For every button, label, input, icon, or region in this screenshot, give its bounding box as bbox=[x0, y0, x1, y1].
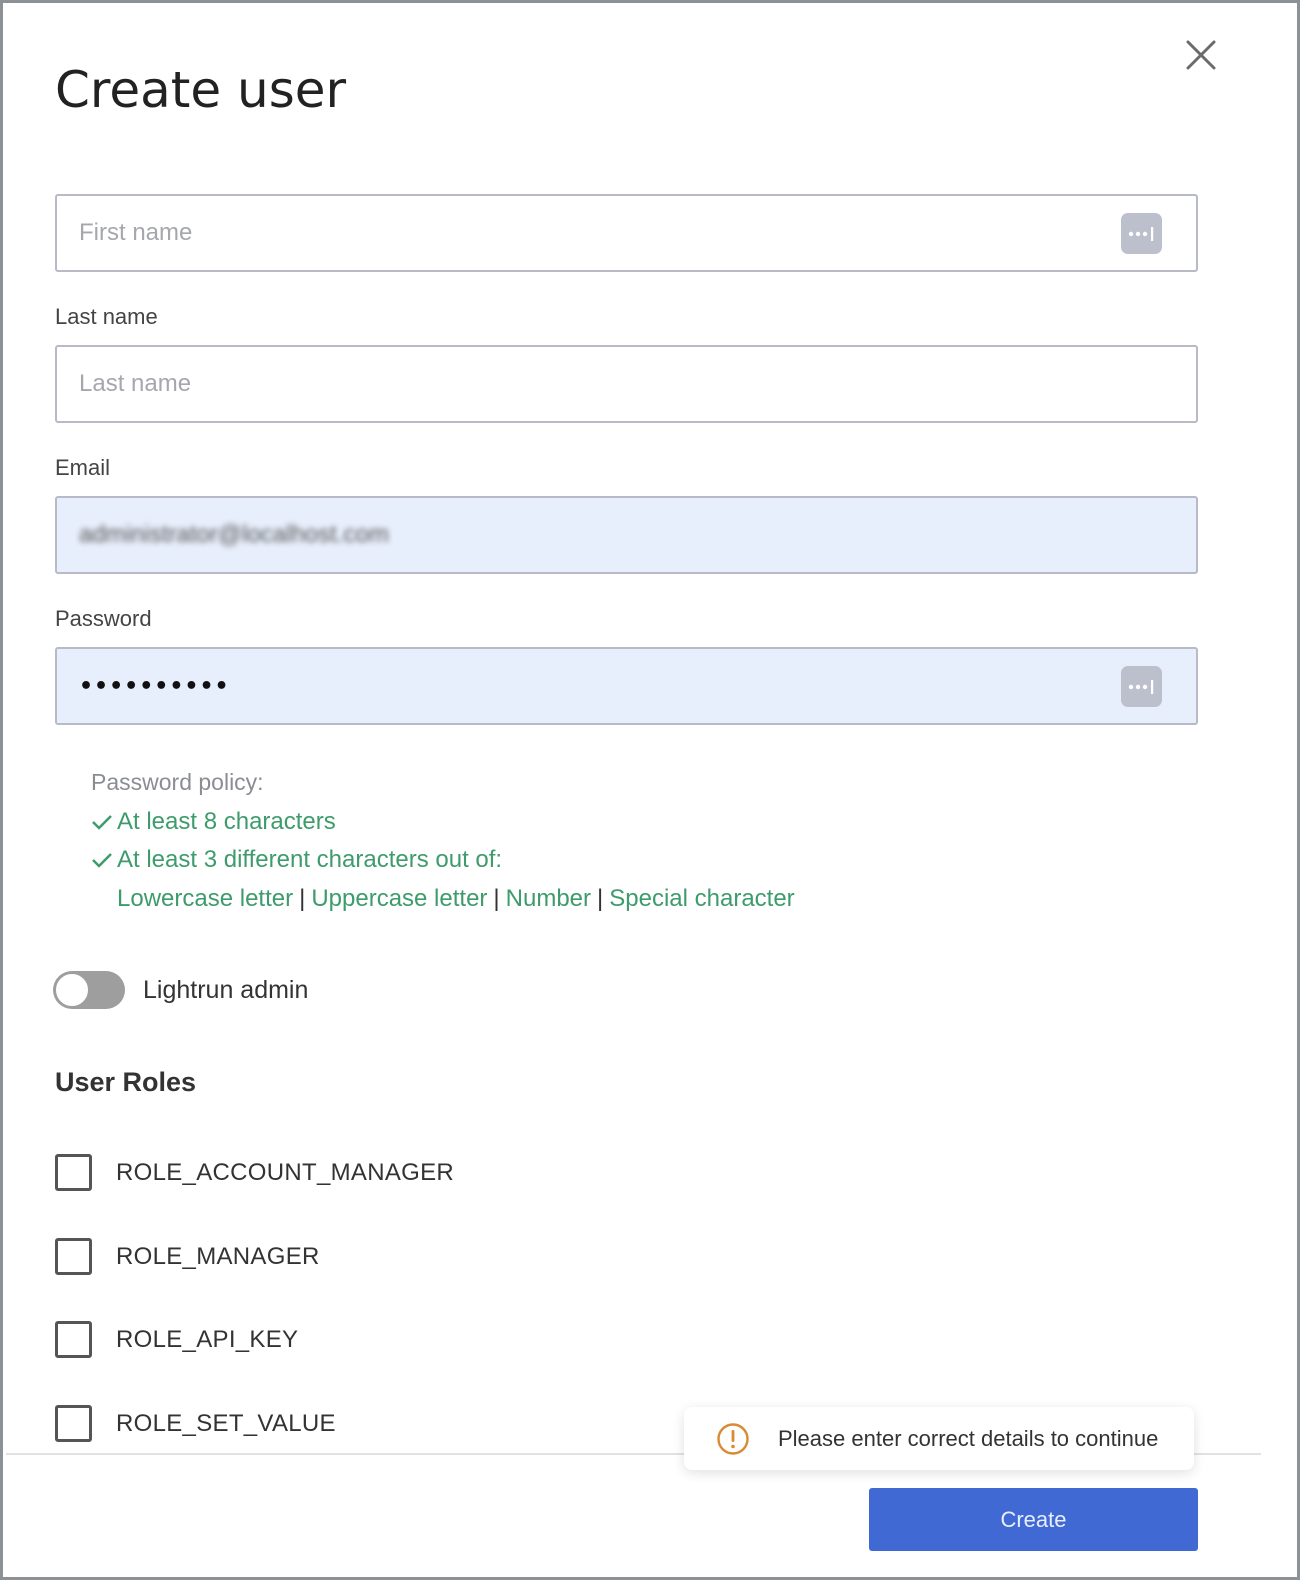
role-checkbox-row[interactable]: ROLE_API_KEY bbox=[55, 1321, 298, 1358]
role-checkbox[interactable] bbox=[55, 1154, 92, 1191]
close-button[interactable] bbox=[1183, 37, 1219, 73]
first-name-field[interactable] bbox=[55, 194, 1198, 272]
char-type-uppercase: Uppercase letter bbox=[311, 885, 488, 912]
policy-rule-text: At least 8 characters bbox=[117, 808, 336, 835]
lightrun-admin-label: Lightrun admin bbox=[143, 975, 309, 1004]
toggle-knob bbox=[54, 972, 90, 1008]
dialog-title: Create user bbox=[55, 61, 347, 119]
role-label: ROLE_API_KEY bbox=[116, 1325, 299, 1353]
policy-rule: At least 8 characters bbox=[91, 803, 795, 841]
password-manager-icon[interactable] bbox=[1121, 213, 1162, 254]
role-checkbox[interactable] bbox=[55, 1238, 92, 1275]
user-roles-heading: User Roles bbox=[55, 1067, 197, 1097]
separator: | bbox=[493, 885, 500, 912]
separator: | bbox=[299, 885, 306, 912]
lightrun-admin-toggle[interactable] bbox=[53, 971, 125, 1009]
password-label: Password bbox=[55, 606, 152, 631]
role-label: ROLE_SET_VALUE bbox=[116, 1409, 336, 1437]
role-checkbox-row[interactable]: ROLE_MANAGER bbox=[55, 1238, 320, 1275]
last-name-field[interactable] bbox=[55, 345, 1198, 423]
role-label: ROLE_MANAGER bbox=[116, 1242, 320, 1270]
char-type-special: Special character bbox=[609, 885, 795, 912]
first-name-input[interactable] bbox=[79, 219, 1079, 247]
char-type-lowercase: Lowercase letter bbox=[117, 885, 294, 912]
role-checkbox[interactable] bbox=[55, 1321, 92, 1358]
password-policy-heading: Password policy: bbox=[91, 769, 264, 795]
toast-message: Please enter correct details to continue bbox=[778, 1425, 1159, 1451]
role-label: ROLE_ACCOUNT_MANAGER bbox=[116, 1158, 455, 1186]
character-types: Lowercase letter | Uppercase letter | Number… bbox=[117, 879, 795, 919]
password-value[interactable]: •••••••••• bbox=[79, 674, 230, 699]
role-checkbox-row[interactable]: ROLE_SET_VALUE bbox=[55, 1405, 336, 1442]
lightrun-admin-toggle-row: Lightrun admin bbox=[53, 971, 308, 1009]
check-icon bbox=[91, 851, 113, 869]
email-value[interactable]: administrator@localhost.com bbox=[79, 521, 389, 549]
char-type-number: Number bbox=[505, 885, 592, 912]
role-checkbox-row[interactable]: ROLE_ACCOUNT_MANAGER bbox=[55, 1154, 454, 1191]
separator: | bbox=[597, 885, 604, 912]
last-name-input[interactable] bbox=[79, 370, 1079, 398]
create-button[interactable]: Create bbox=[869, 1488, 1198, 1551]
error-toast: Please enter correct details to continue bbox=[684, 1407, 1194, 1470]
email-label: Email bbox=[55, 455, 111, 480]
last-name-label: Last name bbox=[55, 304, 158, 329]
policy-rule: At least 3 different characters out of: bbox=[91, 841, 795, 879]
create-user-dialog: Create user Last name Email administrato… bbox=[0, 0, 1300, 1580]
password-field[interactable]: •••••••••• bbox=[55, 647, 1198, 725]
warning-circle-icon bbox=[717, 1422, 749, 1455]
email-field[interactable]: administrator@localhost.com bbox=[55, 496, 1198, 574]
role-checkbox[interactable] bbox=[55, 1405, 92, 1442]
password-manager-icon[interactable] bbox=[1121, 666, 1162, 707]
check-icon bbox=[91, 813, 113, 831]
policy-rule-text: At least 3 different characters out of: bbox=[117, 846, 503, 873]
password-policy: Password policy: At least 8 characters A… bbox=[91, 765, 795, 919]
close-icon bbox=[1186, 40, 1216, 70]
